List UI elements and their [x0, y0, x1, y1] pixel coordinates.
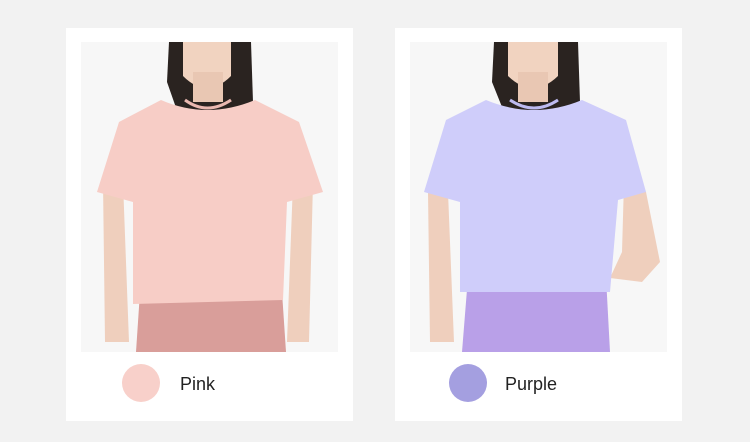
color-label-purple: Purple	[505, 374, 558, 394]
product-card-pink[interactable]: Pink	[66, 28, 353, 421]
pink-color-swatch[interactable]	[122, 364, 160, 402]
product-photo-pink	[81, 42, 338, 352]
purple-color-swatch[interactable]	[449, 364, 487, 402]
model-photo-pink-shirt	[97, 42, 323, 352]
product-photo-purple	[410, 42, 667, 352]
model-photo-purple-shirt	[424, 42, 660, 352]
color-label-pink: Pink	[180, 374, 216, 394]
product-card-purple[interactable]: Purple	[395, 28, 682, 421]
